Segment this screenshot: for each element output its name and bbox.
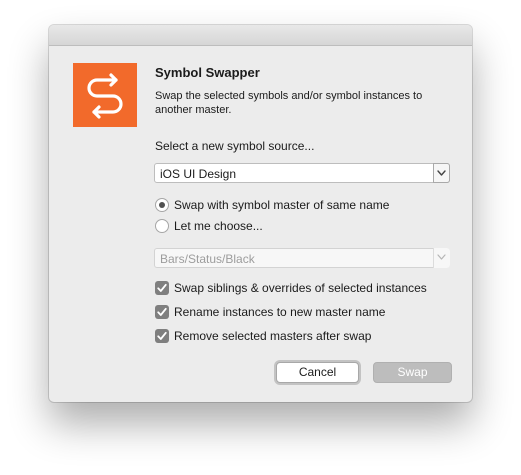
chevron-down-icon: [433, 248, 450, 268]
checkbox-rename-label: Rename instances to new master name: [174, 305, 386, 319]
radio-same-name-label: Swap with symbol master of same name: [174, 198, 390, 212]
master-select: Bars/Status/Black: [154, 248, 450, 268]
dialog-title: Symbol Swapper: [155, 65, 260, 80]
symbol-source-value: iOS UI Design: [160, 167, 237, 181]
checkbox-swap-siblings[interactable]: [155, 281, 169, 295]
checkbox-rename[interactable]: [155, 305, 169, 319]
symbol-source-select[interactable]: iOS UI Design: [154, 163, 450, 183]
master-select-value: Bars/Status/Black: [160, 252, 255, 266]
swap-button[interactable]: Swap: [373, 362, 452, 383]
chevron-down-icon[interactable]: [433, 163, 450, 183]
radio-choose-label: Let me choose...: [174, 219, 263, 233]
symbol-source-label: Select a new symbol source...: [155, 139, 315, 153]
radio-same-name[interactable]: [155, 198, 169, 212]
radio-let-me-choose[interactable]: [155, 219, 169, 233]
symbol-swapper-dialog: Symbol Swapper Swap the selected symbols…: [49, 25, 472, 402]
dialog-description: Swap the selected symbols and/or symbol …: [155, 90, 423, 116]
cancel-button[interactable]: Cancel: [276, 362, 359, 383]
swap-arrows-icon: [73, 63, 137, 127]
checkbox-remove-masters[interactable]: [155, 329, 169, 343]
window-titlebar[interactable]: [49, 25, 472, 46]
checkbox-remove-masters-label: Remove selected masters after swap: [174, 329, 372, 343]
checkbox-swap-siblings-label: Swap siblings & overrides of selected in…: [174, 281, 427, 295]
